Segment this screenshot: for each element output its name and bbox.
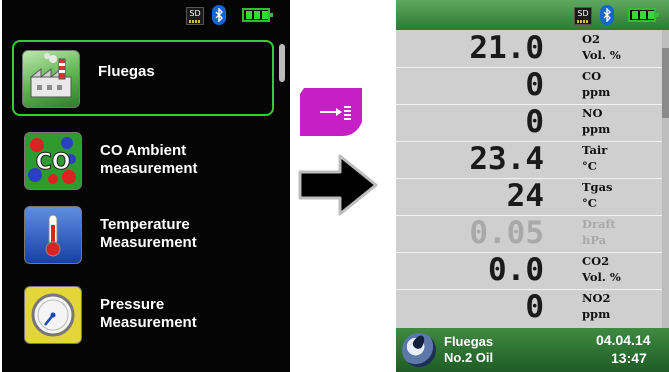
co-molecule-icon: CO	[24, 132, 82, 190]
battery-icon	[628, 8, 659, 22]
bluetooth-icon	[600, 5, 614, 25]
reading-name: O2	[582, 32, 601, 46]
bluetooth-icon	[212, 5, 226, 25]
menu-scrollbar[interactable]	[278, 40, 286, 364]
reading-row: 21.0 O2 Vol. %	[396, 30, 669, 67]
footer-time: 13:47	[611, 350, 647, 366]
menu-item-pressure[interactable]: Pressure Measurement	[14, 280, 270, 348]
reading-row: 23.4 Tair °C	[396, 141, 669, 178]
factory-chimney-icon	[22, 50, 80, 108]
reading-value: 0.0	[488, 252, 544, 288]
thermometer-icon	[24, 206, 82, 264]
readings-scrollbar[interactable]	[662, 30, 669, 328]
reading-unit: Vol. %	[582, 270, 621, 284]
reading-value: 0	[525, 67, 544, 103]
sd-card-icon: SD	[574, 7, 592, 25]
status-bar: SD	[2, 0, 290, 30]
readings-list: 21.0 O2 Vol. % 0 CO ppm 0 NO ppm 23.4 Ta…	[396, 30, 669, 328]
reading-row: 0 CO ppm	[396, 67, 669, 104]
scrollbar-thumb[interactable]	[662, 48, 669, 118]
reading-name: CO2	[582, 254, 610, 268]
left-device-screen: SD Fluegas CO CO Ambient measurement Tem…	[2, 0, 290, 372]
menu-item-co-ambient[interactable]: CO CO Ambient measurement	[14, 126, 270, 194]
footer-bar: Fluegas No.2 Oil 04.04.14 13:47	[396, 328, 669, 372]
reading-value: 23.4	[469, 141, 544, 177]
reading-unit: hPa	[582, 233, 607, 247]
reading-value: 0.05	[469, 215, 544, 251]
battery-icon	[242, 8, 273, 22]
reading-value: 21.0	[469, 30, 544, 66]
right-arrow-icon	[296, 150, 380, 220]
menu-label-line2: Measurement	[100, 314, 197, 331]
footer-fuel: No.2 Oil	[444, 350, 494, 365]
softkey-button[interactable]	[298, 86, 364, 138]
reading-row: 24 Tgas °C	[396, 178, 669, 215]
reading-unit: ppm	[582, 307, 611, 321]
footer-title: Fluegas	[444, 334, 494, 349]
reading-unit: Vol. %	[582, 48, 621, 62]
reading-name: Tair	[582, 143, 608, 157]
svg-text:CO: CO	[36, 150, 71, 175]
reading-name: Tgas	[582, 180, 613, 194]
reading-name: NO	[582, 106, 603, 120]
status-bar: SD	[396, 0, 669, 30]
reading-unit: ppm	[582, 122, 611, 136]
pressure-gauge-icon	[24, 286, 82, 344]
sd-card-icon: SD	[186, 7, 204, 25]
reading-unit: °C	[582, 159, 597, 173]
scrollbar-thumb[interactable]	[279, 44, 285, 82]
reading-unit: °C	[582, 196, 597, 210]
menu-item-fluegas[interactable]: Fluegas	[12, 40, 274, 116]
footer-date: 04.04.14	[596, 332, 651, 348]
menu-label-line1: Temperature	[100, 216, 190, 233]
menu-label-line2: measurement	[100, 160, 198, 177]
fuel-drop-icon	[402, 333, 436, 367]
reading-unit: ppm	[582, 85, 611, 99]
menu-label-line1: Fluegas	[98, 63, 155, 80]
reading-row: 0.0 CO2 Vol. %	[396, 252, 669, 289]
reading-name: NO2	[582, 291, 611, 305]
reading-name: CO	[582, 69, 602, 83]
menu-label-line1: Pressure	[100, 296, 165, 313]
reading-value: 0	[525, 289, 544, 325]
menu-label-line2: Measurement	[100, 234, 197, 251]
reading-value: 24	[506, 178, 544, 214]
menu-item-temperature[interactable]: Temperature Measurement	[14, 200, 270, 268]
reading-name: Draft	[582, 217, 616, 231]
reading-value: 0	[525, 104, 544, 140]
reading-row: 0 NO ppm	[396, 104, 669, 141]
reading-row: 0.05 Draft hPa	[396, 215, 669, 252]
right-device-screen: SD 21.0 O2 Vol. % 0 CO ppm 0 NO ppm 23.4	[396, 0, 669, 372]
reading-row: 0 NO2 ppm	[396, 289, 669, 326]
menu-label-line1: CO Ambient	[100, 142, 187, 159]
